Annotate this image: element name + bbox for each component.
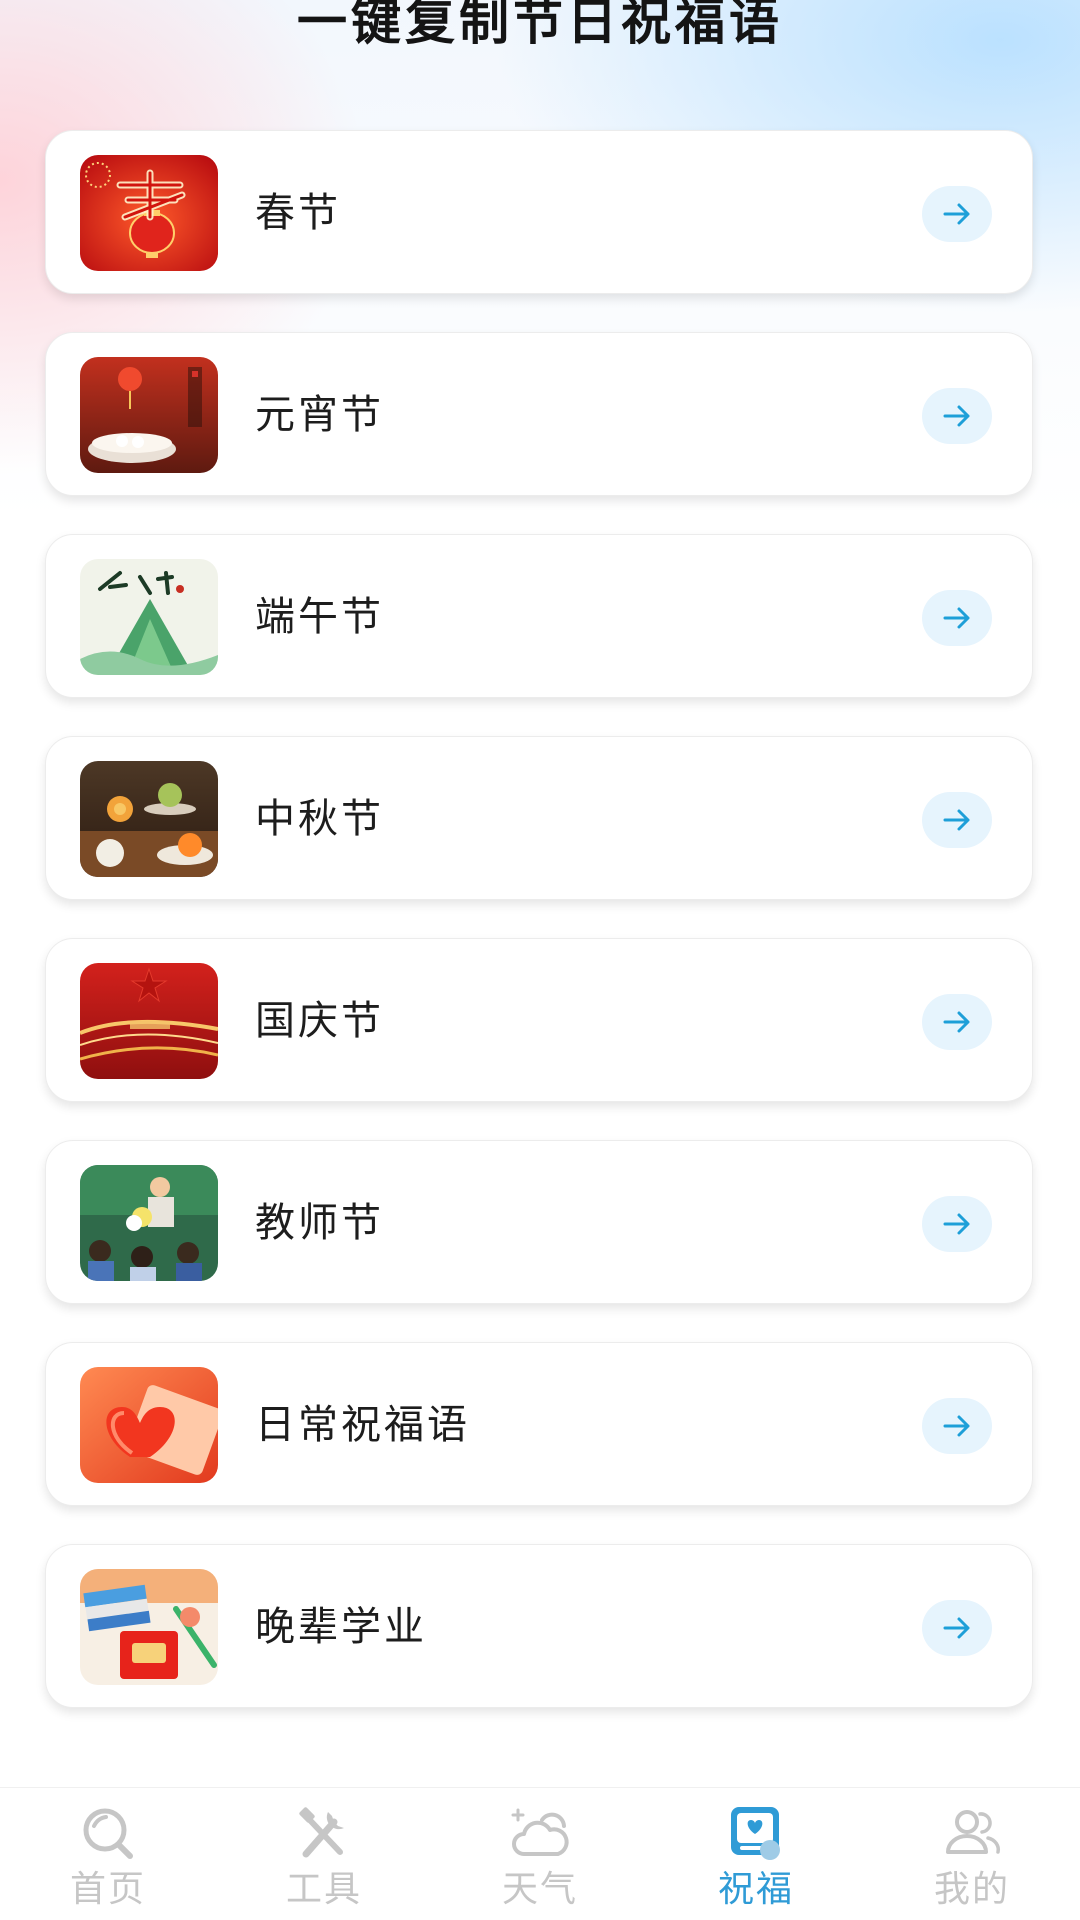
- festival-card-studies[interactable]: 晚辈学业: [45, 1544, 1033, 1708]
- teachers-day-thumbnail: [80, 1165, 218, 1281]
- user-icon: [940, 1804, 1004, 1862]
- arrow-right-icon[interactable]: [922, 388, 992, 444]
- bottom-tab-bar: 首页 工具 天气 祝福 我的: [0, 1787, 1080, 1920]
- tools-icon: [292, 1804, 356, 1862]
- blessing-icon: [724, 1804, 788, 1862]
- festival-card-mid-autumn-festival[interactable]: 中秋节: [45, 736, 1033, 900]
- arrow-right-icon[interactable]: [922, 1600, 992, 1656]
- tab-label: 首页: [69, 1869, 146, 1910]
- tab-tools[interactable]: 工具: [216, 1788, 432, 1920]
- festival-card-lantern-festival[interactable]: 元宵节: [45, 332, 1033, 496]
- tab-weather[interactable]: 天气: [432, 1788, 648, 1920]
- daily-blessings-thumbnail: [80, 1367, 218, 1483]
- tab-label: 祝福: [717, 1869, 794, 1910]
- festival-label: 晚辈学业: [255, 1604, 427, 1650]
- arrow-right-icon[interactable]: [922, 1196, 992, 1252]
- festival-label: 元宵节: [255, 392, 384, 438]
- festival-label: 教师节: [255, 1200, 384, 1246]
- mid-autumn-festival-thumbnail: [80, 761, 218, 877]
- festival-label: 春节: [255, 190, 341, 236]
- festival-card-national-day[interactable]: 国庆节: [45, 938, 1033, 1102]
- festival-card-teachers-day[interactable]: 教师节: [45, 1140, 1033, 1304]
- tab-home[interactable]: 首页: [0, 1788, 216, 1920]
- festival-card-spring-festival[interactable]: 春节: [45, 130, 1033, 294]
- page-title: 一键复制节日祝福语: [297, 0, 783, 51]
- lantern-festival-thumbnail: [80, 357, 218, 473]
- festival-label: 中秋节: [255, 796, 384, 842]
- dragon-boat-festival-thumbnail: [80, 559, 218, 675]
- tab-blessings[interactable]: 祝福: [648, 1788, 864, 1920]
- weather-icon: [508, 1804, 572, 1862]
- arrow-right-icon[interactable]: [922, 792, 992, 848]
- arrow-right-icon[interactable]: [922, 186, 992, 242]
- studies-thumbnail: [80, 1569, 218, 1685]
- arrow-right-icon[interactable]: [922, 590, 992, 646]
- tab-profile[interactable]: 我的: [864, 1788, 1080, 1920]
- festival-label: 端午节: [255, 594, 384, 640]
- festival-label: 国庆节: [255, 998, 384, 1044]
- festival-label: 日常祝福语: [255, 1402, 470, 1448]
- tab-label: 工具: [285, 1869, 362, 1910]
- tab-label: 我的: [933, 1869, 1010, 1910]
- search-icon: [76, 1804, 140, 1862]
- tab-label: 天气: [501, 1869, 578, 1910]
- spring-festival-thumbnail: [80, 155, 218, 271]
- arrow-right-icon[interactable]: [922, 1398, 992, 1454]
- national-day-thumbnail: [80, 963, 218, 1079]
- arrow-right-icon[interactable]: [922, 994, 992, 1050]
- festival-card-dragon-boat-festival[interactable]: 端午节: [45, 534, 1033, 698]
- festival-card-daily-blessings[interactable]: 日常祝福语: [45, 1342, 1033, 1506]
